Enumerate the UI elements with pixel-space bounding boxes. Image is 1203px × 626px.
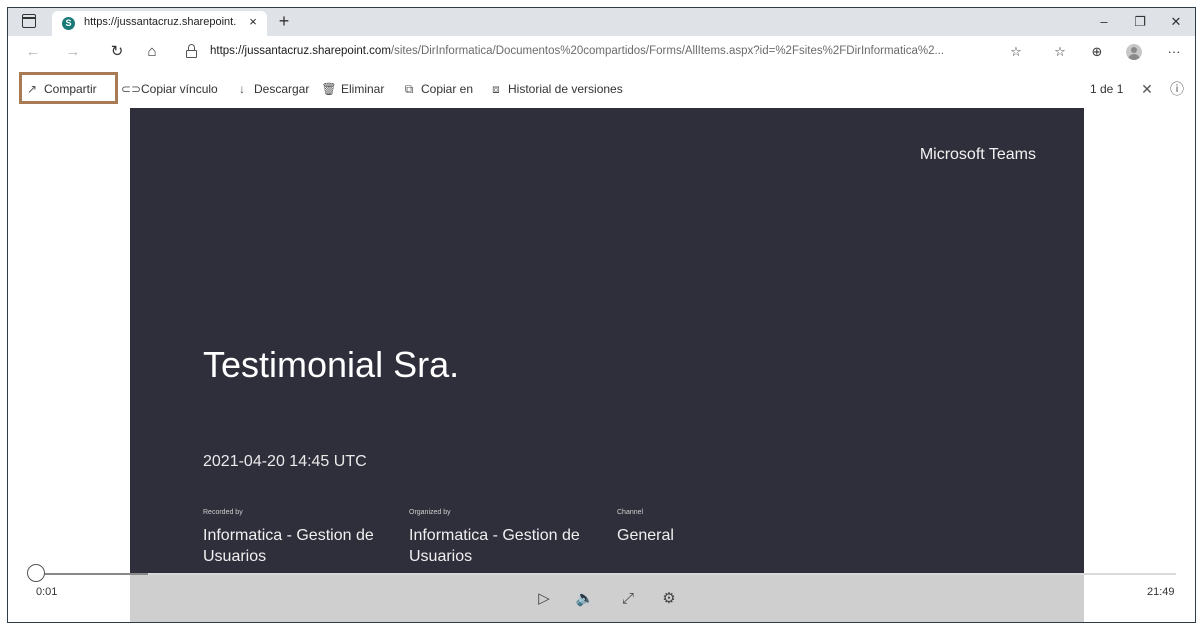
- forward-button[interactable]: →: [62, 42, 84, 62]
- player-controls-bar: [130, 573, 1084, 622]
- share-icon: ↗: [26, 82, 38, 96]
- history-icon: ⧈: [492, 82, 500, 96]
- more-icon[interactable]: ···: [1162, 42, 1186, 62]
- command-bar: ↗ Compartir ⊂⊃ Copiar vínculo ↓ Descargar 🗑…: [8, 68, 1195, 108]
- fullscreen-icon[interactable]: ⤢: [617, 588, 639, 610]
- current-time: 0:01: [36, 586, 58, 598]
- video-date: 2021-04-20 14:45 UTC: [203, 453, 367, 470]
- copy-icon: ⧉: [404, 82, 414, 96]
- close-viewer-icon[interactable]: ✕: [1138, 80, 1156, 98]
- url-text: https://jussantacruz.sharepoint.com/site…: [210, 45, 945, 57]
- version-history-button[interactable]: ⧈ Historial de versiones: [488, 80, 623, 98]
- tab-title: https://jussantacruz.sharepoint.c: [84, 16, 236, 28]
- channel-label: Channel: [617, 509, 644, 516]
- organized-by-value: Informatica - Gestion de Usuarios: [409, 527, 580, 565]
- address-bar: ← → ↻ ⌂ https://jussantacruz.sharepoint.…: [8, 36, 1195, 68]
- share-button[interactable]: ↗ Compartir: [24, 80, 97, 98]
- teams-brand-label: Microsoft Teams: [919, 146, 1036, 163]
- video-player[interactable]: Microsoft Teams Testimonial Sra. 2021-04…: [130, 108, 1084, 588]
- lock-icon[interactable]: [186, 44, 197, 58]
- favorites-icon[interactable]: ☆: [1048, 42, 1072, 62]
- close-window-button[interactable]: ✕: [1156, 12, 1195, 32]
- seek-handle[interactable]: [27, 564, 45, 582]
- channel-value: General: [617, 527, 674, 544]
- duration-time: 21:49: [1147, 586, 1175, 598]
- collections-icon[interactable]: ⊕: [1085, 42, 1109, 62]
- back-button[interactable]: ←: [22, 42, 44, 62]
- home-button[interactable]: ⌂: [141, 42, 163, 62]
- url-field[interactable]: https://jussantacruz.sharepoint.com/site…: [180, 40, 1040, 64]
- sharepoint-favicon-icon: S: [62, 17, 75, 30]
- info-icon[interactable]: ⓘ: [1168, 80, 1186, 98]
- delete-button[interactable]: 🗑 Eliminar: [321, 80, 384, 98]
- video-title: Testimonial Sra.: [203, 344, 460, 385]
- browser-window: S https://jussantacruz.sharepoint.c × + …: [7, 7, 1196, 623]
- seek-bar-fill: [28, 573, 148, 575]
- link-icon: ⊂⊃: [121, 82, 142, 96]
- tab-bar: S https://jussantacruz.sharepoint.c × + …: [8, 8, 1195, 36]
- restore-button[interactable]: ❐: [1120, 12, 1160, 32]
- refresh-button[interactable]: ↻: [106, 42, 128, 62]
- read-aloud-icon[interactable]: ☆: [1004, 42, 1028, 62]
- organized-by-label: Organized by: [409, 509, 451, 516]
- download-button[interactable]: ↓ Descargar: [234, 80, 309, 98]
- copy-to-button[interactable]: ⧉ Copiar en: [401, 80, 473, 98]
- tab-close-icon[interactable]: ×: [245, 14, 261, 30]
- recorded-by-label: Recorded by: [203, 509, 243, 516]
- profile-avatar[interactable]: [1126, 44, 1142, 60]
- tab-actions-icon[interactable]: [22, 14, 36, 28]
- download-icon: ↓: [239, 82, 245, 96]
- trash-icon: 🗑: [321, 82, 337, 96]
- new-tab-button[interactable]: +: [273, 10, 295, 32]
- seek-bar[interactable]: [28, 573, 1176, 575]
- browser-tab[interactable]: S https://jussantacruz.sharepoint.c ×: [52, 11, 267, 36]
- settings-icon[interactable]: ⚙: [658, 588, 680, 610]
- minimize-button[interactable]: –: [1084, 12, 1124, 32]
- copy-link-button[interactable]: ⊂⊃ Copiar vínculo: [121, 80, 218, 98]
- volume-icon[interactable]: 🔈: [574, 588, 596, 610]
- play-icon[interactable]: ▷: [533, 588, 555, 610]
- recorded-by-value: Informatica - Gestion de Usuarios: [203, 527, 374, 565]
- pager-label: 1 de 1: [1090, 82, 1124, 96]
